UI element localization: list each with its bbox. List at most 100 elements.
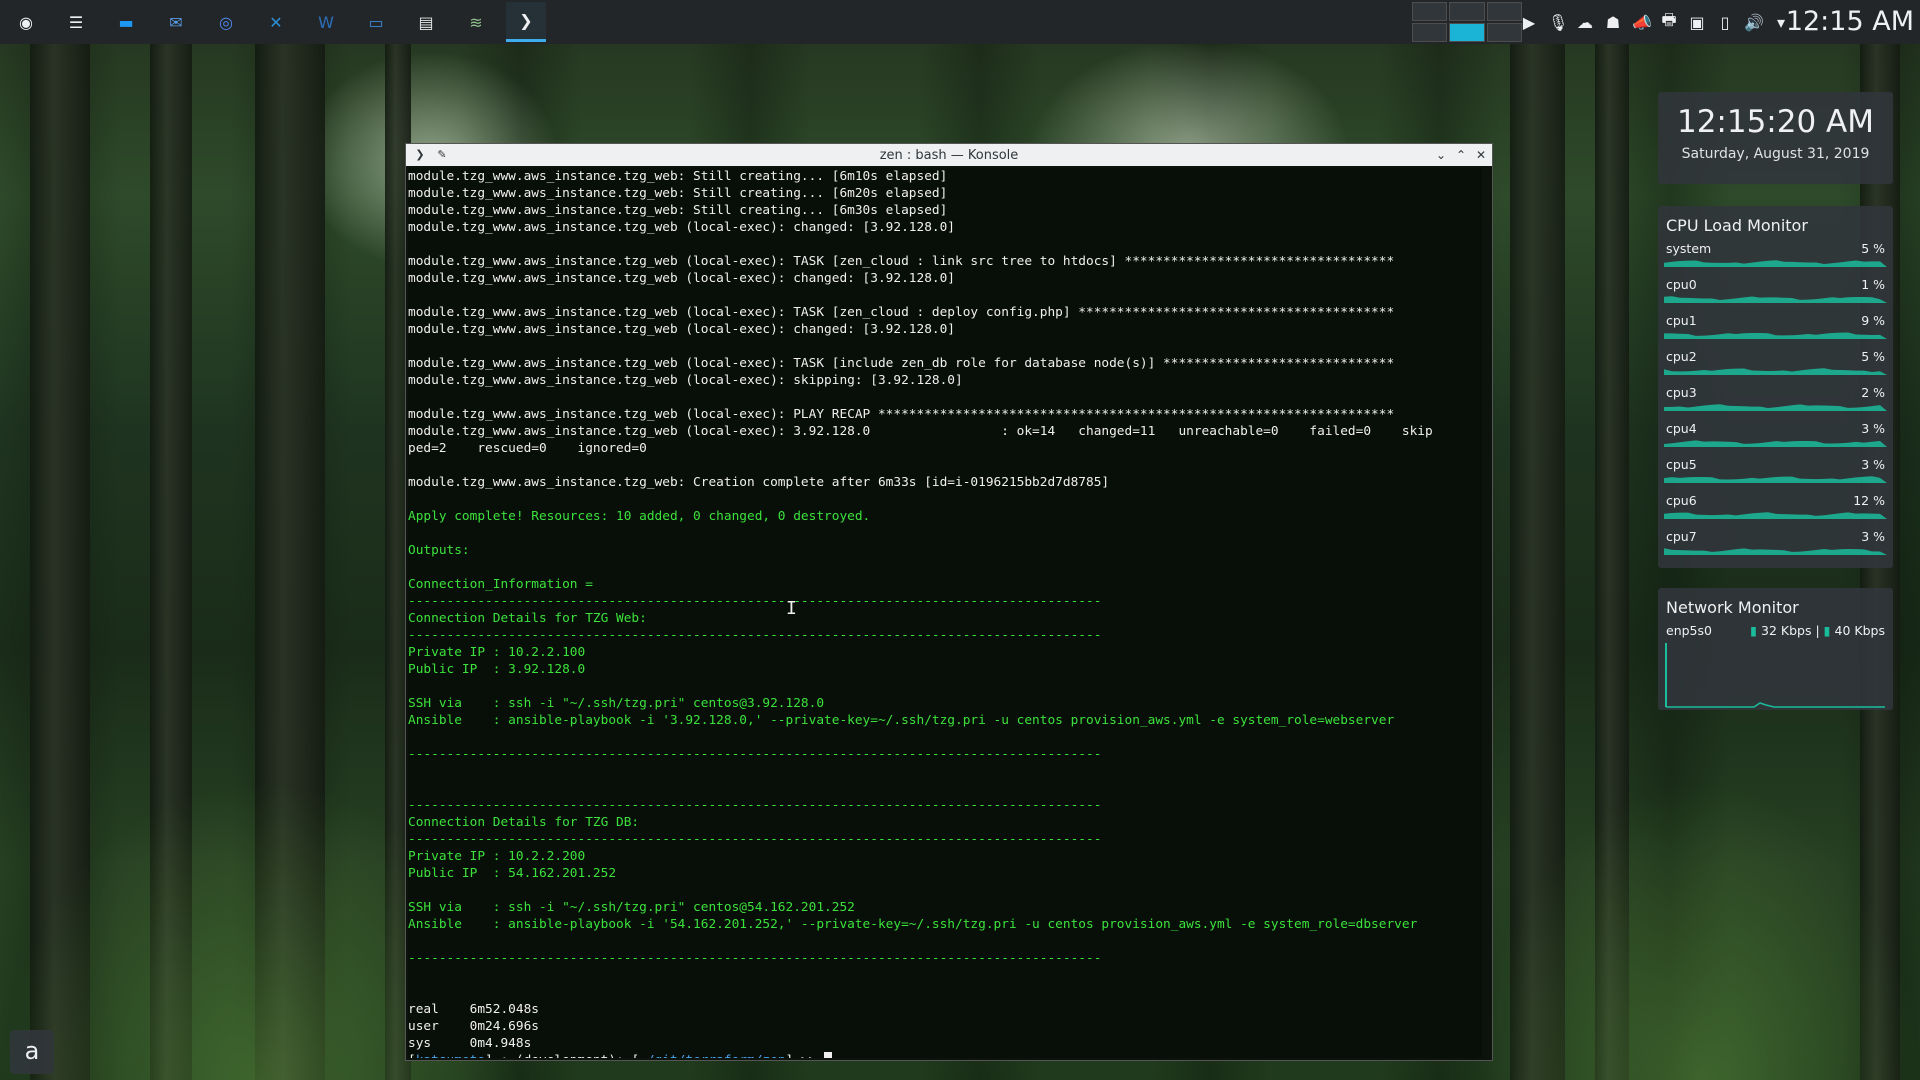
digital-clock-widget[interactable]: 12:15:20 AM Saturday, August 31, 2019 bbox=[1658, 92, 1893, 184]
terminal-line: module.tzg_www.aws_instance.tzg_web (loc… bbox=[408, 356, 1395, 371]
konsole-window: ❯ ✎ zen : bash — Konsole ⌄ ⌃ ✕ module.tz… bbox=[405, 143, 1493, 1061]
chromium-icon-glyph: ◎ bbox=[219, 12, 233, 32]
terminal-line: module.tzg_www.aws_instance.tzg_web (loc… bbox=[408, 373, 963, 388]
terminal-line: Connection Details for TZG DB: bbox=[408, 815, 640, 830]
terminal-prompt[interactable]: [katsumoto] : (development): [~/git/terr… bbox=[408, 1052, 1482, 1058]
prompt-bracket: [ bbox=[408, 1053, 416, 1058]
cpu-row-system: system 5 % bbox=[1664, 235, 1887, 271]
cpu-load-monitor-widget[interactable]: CPU Load Monitor system 5 % cpu0 1 % cpu1 9 %… bbox=[1658, 206, 1893, 568]
tray-icon-4[interactable]: 📣 bbox=[1632, 13, 1652, 32]
tray-icon-2[interactable]: ☁ bbox=[1576, 13, 1594, 32]
terminal-line: Private IP : 10.2.2.200 bbox=[408, 849, 586, 864]
tray-icon-0[interactable]: ▶ bbox=[1520, 13, 1538, 32]
desktop-4[interactable] bbox=[1412, 23, 1448, 42]
presentation-icon[interactable]: ▭ bbox=[356, 2, 396, 42]
desktop-6[interactable] bbox=[1486, 23, 1522, 42]
desktop-1[interactable] bbox=[1412, 2, 1448, 21]
konsole-icon[interactable]: ❯ bbox=[506, 2, 546, 42]
cpu-graph-area bbox=[1664, 332, 1887, 339]
file-manager-icon[interactable]: ▬ bbox=[106, 2, 146, 42]
terminal-line: ----------------------------------------… bbox=[408, 747, 1102, 762]
app-launcher-icon[interactable]: ◉ bbox=[6, 2, 46, 42]
network-monitor-widget[interactable]: Network Monitor enp5s0 ▮ 32 Kbps | ▮ 40 … bbox=[1658, 588, 1893, 710]
settings-sliders-icon-glyph: ☰ bbox=[68, 12, 84, 32]
window-titlebar[interactable]: ❯ ✎ zen : bash — Konsole ⌄ ⌃ ✕ bbox=[406, 144, 1492, 166]
terminal-output[interactable]: module.tzg_www.aws_instance.tzg_web: Sti… bbox=[408, 168, 1482, 1058]
cpu-graph bbox=[1664, 368, 1887, 375]
terminal-line: real 6m52.048s bbox=[408, 1002, 539, 1017]
terminal-line: module.tzg_www.aws_instance.tzg_web (loc… bbox=[408, 254, 1395, 269]
cpu-graph-area bbox=[1664, 296, 1887, 303]
network-interface-label: enp5s0 bbox=[1666, 623, 1712, 638]
terminal-line: SSH via : ssh -i "~/.ssh/tzg.pri" centos… bbox=[408, 696, 825, 711]
tray-icon-7[interactable]: ▯ bbox=[1716, 13, 1734, 32]
taskbar: ◉ ☰ ▬ ✉ ◎ ✕ W ▭ ▤ ≋ ❯ ▶ 🎙 ☁ ☗ 📣 🖶 ▣ ▯ 🔊 ▾ 12:15 AM bbox=[0, 0, 1920, 44]
maximize-icon[interactable]: ⌃ bbox=[1454, 148, 1468, 162]
terminal-line: ped=2 rescued=0 ignored=0 bbox=[408, 441, 647, 456]
file-manager-icon-glyph: ▬ bbox=[118, 12, 134, 32]
virtual-desktop-pager[interactable] bbox=[1412, 2, 1522, 42]
minimize-icon[interactable]: ⌄ bbox=[1434, 148, 1448, 162]
cpu-graph-area bbox=[1664, 512, 1887, 519]
cpu-graph bbox=[1664, 476, 1887, 483]
taskbar-clock[interactable]: 12:15 AM bbox=[1786, 0, 1914, 44]
terminal-line: Connection_Information = bbox=[408, 577, 593, 592]
close-icon[interactable]: ✕ bbox=[1474, 148, 1488, 162]
terminal-line: module.tzg_www.aws_instance.tzg_web: Cre… bbox=[408, 475, 1110, 490]
cpu-row-cpu4: cpu4 3 % bbox=[1664, 415, 1887, 451]
taskbar-apps: ◉ ☰ ▬ ✉ ◎ ✕ W ▭ ▤ ≋ ❯ bbox=[0, 0, 550, 44]
vscode-icon[interactable]: ✕ bbox=[256, 2, 296, 42]
cpu-graph-area bbox=[1664, 548, 1887, 555]
word-processor-icon[interactable]: W bbox=[306, 2, 346, 42]
konsole-icon-glyph: ❯ bbox=[519, 11, 533, 30]
cpu-graph-area bbox=[1664, 440, 1887, 447]
desktop-3[interactable] bbox=[1486, 2, 1522, 21]
tray-icon-1[interactable]: 🎙 bbox=[1548, 13, 1568, 32]
terminal-line: Public IP : 54.162.201.252 bbox=[408, 866, 617, 881]
terminal-line: Connection Details for TZG Web: bbox=[408, 611, 647, 626]
terminal-line: Outputs: bbox=[408, 543, 470, 558]
search-launcher-icon[interactable]: a bbox=[10, 1030, 54, 1074]
cpu-row-cpu5: cpu5 3 % bbox=[1664, 451, 1887, 487]
desktop-5[interactable] bbox=[1449, 23, 1485, 42]
thunderbird-icon-glyph: ✉ bbox=[169, 12, 183, 32]
settings-sliders-icon[interactable]: ☰ bbox=[56, 2, 96, 42]
network-up-rate: 40 Kbps bbox=[1834, 623, 1885, 638]
tray-icon-6[interactable]: ▣ bbox=[1688, 13, 1706, 32]
terminal-line: module.tzg_www.aws_instance.tzg_web (loc… bbox=[408, 407, 1395, 422]
cpu-graph-area bbox=[1664, 476, 1887, 483]
cpu-graph bbox=[1664, 404, 1887, 411]
cpu-row-cpu2: cpu2 5 % bbox=[1664, 343, 1887, 379]
terminal-line: module.tzg_www.aws_instance.tzg_web (loc… bbox=[408, 271, 956, 286]
word-processor-icon-glyph: W bbox=[318, 12, 334, 32]
chromium-icon[interactable]: ◎ bbox=[206, 2, 246, 42]
terminal-line: SSH via : ssh -i "~/.ssh/tzg.pri" centos… bbox=[408, 900, 855, 915]
thunderbird-icon[interactable]: ✉ bbox=[156, 2, 196, 42]
network-app-icon[interactable]: ≋ bbox=[456, 2, 496, 42]
text-editor-icon[interactable]: ▤ bbox=[406, 2, 446, 42]
cpu-widget-title: CPU Load Monitor bbox=[1666, 216, 1808, 235]
network-down-rate: 32 Kbps bbox=[1761, 623, 1812, 638]
system-tray: ▶ 🎙 ☁ ☗ 📣 🖶 ▣ ▯ 🔊 ▾ bbox=[1520, 0, 1790, 44]
tray-icon-5[interactable]: 🖶 bbox=[1660, 9, 1678, 36]
terminal-line: module.tzg_www.aws_instance.tzg_web: Sti… bbox=[408, 169, 948, 184]
cpu-graph bbox=[1664, 548, 1887, 555]
app-launcher-icon-glyph: ◉ bbox=[19, 12, 33, 32]
network-app-icon-glyph: ≋ bbox=[469, 12, 483, 32]
terminal-line: module.tzg_www.aws_instance.tzg_web (loc… bbox=[408, 220, 956, 235]
network-row: enp5s0 ▮ 32 Kbps | ▮ 40 Kbps bbox=[1664, 623, 1887, 713]
prompt-path: ~/git/terraform/zen bbox=[639, 1053, 785, 1058]
terminal-line: Public IP : 3.92.128.0 bbox=[408, 662, 586, 677]
tray-icon-8[interactable]: 🔊 bbox=[1744, 13, 1764, 32]
tray-icon-3[interactable]: ☗ bbox=[1604, 13, 1622, 32]
desktop-2[interactable] bbox=[1449, 2, 1485, 21]
cpu-graph-area bbox=[1664, 404, 1887, 411]
